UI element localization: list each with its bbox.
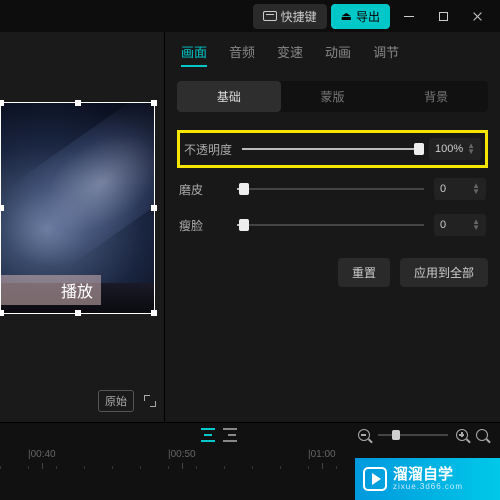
stepper-icon[interactable]: ▲▼ <box>467 143 475 155</box>
zoom-out-icon[interactable] <box>358 429 370 441</box>
watermark-brand: 溜溜自学 <box>393 467 463 482</box>
thin-label: 瘦脸 <box>179 217 227 234</box>
resize-handle[interactable] <box>75 100 81 106</box>
apply-all-button[interactable]: 应用到全部 <box>400 258 488 287</box>
minimize-button[interactable] <box>394 4 424 28</box>
opacity-label: 不透明度 <box>184 141 232 158</box>
tab-animation[interactable]: 动画 <box>325 42 351 67</box>
resize-handle[interactable] <box>0 205 4 211</box>
align-center-icon[interactable] <box>200 428 216 442</box>
shortcut-label: 快捷键 <box>281 8 317 25</box>
resize-handle[interactable] <box>151 100 157 106</box>
zoom-fit-icon[interactable] <box>476 429 488 441</box>
thin-value[interactable]: 0 ▲▼ <box>434 214 486 236</box>
resize-handle[interactable] <box>0 100 4 106</box>
tab-speed[interactable]: 变速 <box>277 42 303 67</box>
watermark: 溜溜自学 zixue.3d66.com <box>355 458 500 500</box>
zoom-slider[interactable] <box>378 434 448 436</box>
inspector-panel: 画面 音频 变速 动画 调节 基础 蒙版 背景 不透明度 100% ▲▼ 磨皮 <box>165 32 500 422</box>
reset-button[interactable]: 重置 <box>338 258 390 287</box>
preview-footer: 原始 <box>98 390 156 412</box>
timeline-toolbar <box>0 423 500 447</box>
opacity-row: 不透明度 100% ▲▼ <box>177 130 488 168</box>
resize-handle[interactable] <box>0 310 4 316</box>
minimize-icon <box>404 16 414 17</box>
smooth-value[interactable]: 0 ▲▼ <box>434 178 486 200</box>
ruler-tick: |00:40 <box>28 449 56 460</box>
smooth-slider[interactable] <box>237 182 424 196</box>
ruler-tick: |00:50 <box>168 449 196 460</box>
ruler-tick: |01:00 <box>308 449 336 460</box>
preview-stage[interactable]: 播放 <box>0 102 160 327</box>
subtab-mask[interactable]: 蒙版 <box>281 81 385 112</box>
thin-row: 瘦脸 0 ▲▼ <box>177 214 488 236</box>
thin-slider[interactable] <box>237 218 424 232</box>
resize-handle[interactable] <box>151 310 157 316</box>
watermark-url: zixue.3d66.com <box>393 482 463 491</box>
tab-picture[interactable]: 画面 <box>181 42 207 67</box>
shortcut-button[interactable]: 快捷键 <box>253 4 327 29</box>
preview-panel: 播放 原始 <box>0 32 165 422</box>
opacity-slider[interactable] <box>242 142 419 156</box>
opacity-value[interactable]: 100% ▲▼ <box>429 138 481 160</box>
export-icon: ⏏ <box>341 9 352 23</box>
action-buttons: 重置 应用到全部 <box>177 258 488 287</box>
fullscreen-icon[interactable] <box>144 395 156 407</box>
close-button[interactable] <box>462 4 492 28</box>
maximize-icon <box>439 12 448 21</box>
smooth-label: 磨皮 <box>179 181 227 198</box>
main-tabs: 画面 音频 变速 动画 调节 <box>177 32 488 75</box>
subtab-basic[interactable]: 基础 <box>177 81 281 112</box>
clip-overlay-label: 播放 <box>1 275 101 305</box>
main-area: 播放 原始 画面 音频 变速 动画 调节 基础 蒙版 <box>0 32 500 422</box>
original-ratio-button[interactable]: 原始 <box>98 390 134 412</box>
sub-tabs: 基础 蒙版 背景 <box>177 81 488 112</box>
tab-adjust[interactable]: 调节 <box>373 42 399 67</box>
close-icon <box>472 11 483 22</box>
title-bar: 快捷键 ⏏ 导出 <box>0 0 500 32</box>
play-logo-icon <box>363 467 387 491</box>
zoom-controls <box>358 429 488 441</box>
clip-frame[interactable]: 播放 <box>0 102 155 314</box>
export-label: 导出 <box>356 8 380 25</box>
export-button[interactable]: ⏏ 导出 <box>331 4 390 29</box>
tab-audio[interactable]: 音频 <box>229 42 255 67</box>
resize-handle[interactable] <box>151 205 157 211</box>
align-right-icon[interactable] <box>222 428 238 442</box>
maximize-button[interactable] <box>428 4 458 28</box>
zoom-in-icon[interactable] <box>456 429 468 441</box>
subtab-background[interactable]: 背景 <box>384 81 488 112</box>
stepper-icon[interactable]: ▲▼ <box>472 183 480 195</box>
stepper-icon[interactable]: ▲▼ <box>472 219 480 231</box>
smooth-row: 磨皮 0 ▲▼ <box>177 178 488 200</box>
resize-handle[interactable] <box>75 310 81 316</box>
keyboard-icon <box>263 11 277 21</box>
